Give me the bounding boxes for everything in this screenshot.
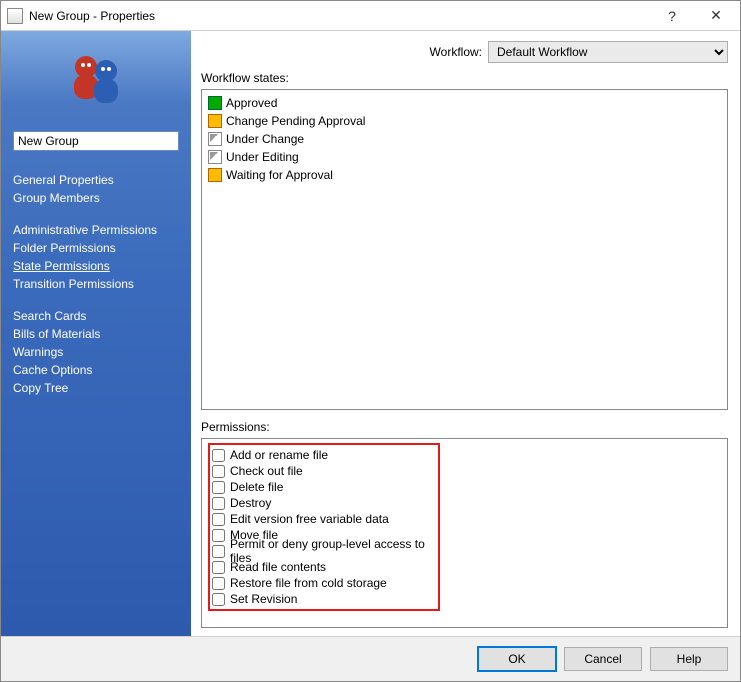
sidebar-item-cache-options[interactable]: Cache Options: [13, 361, 179, 379]
permission-checkbox[interactable]: [212, 529, 225, 542]
sidebar-item-state-permissions[interactable]: State Permissions: [13, 257, 179, 275]
permission-checkbox[interactable]: [212, 561, 225, 574]
sidebar-item-general-properties[interactable]: General Properties: [13, 171, 179, 189]
permission-row[interactable]: Destroy: [212, 495, 436, 511]
permission-label: Check out file: [230, 464, 303, 478]
permission-checkbox[interactable]: [212, 481, 225, 494]
sidebar-item-warnings[interactable]: Warnings: [13, 343, 179, 361]
titlebar: New Group - Properties ? ✕: [1, 1, 740, 31]
sidebar-item-bills-of-materials[interactable]: Bills of Materials: [13, 325, 179, 343]
sidebar-item-search-cards[interactable]: Search Cards: [13, 307, 179, 325]
state-row[interactable]: Change Pending Approval: [208, 112, 721, 130]
group-avatar-icon: [64, 49, 128, 109]
permission-checkbox[interactable]: [212, 577, 225, 590]
state-row[interactable]: Under Editing: [208, 148, 721, 166]
permission-label: Restore file from cold storage: [230, 576, 387, 590]
sidebar: General Properties Group Members Adminis…: [1, 31, 191, 636]
permissions-highlight: Add or rename file Check out file Delete…: [208, 443, 440, 611]
properties-dialog: New Group - Properties ? ✕: [0, 0, 741, 682]
workflow-states-list[interactable]: Approved Change Pending Approval Under C…: [201, 89, 728, 410]
sidebar-item-group-members[interactable]: Group Members: [13, 189, 179, 207]
sidebar-item-folder-permissions[interactable]: Folder Permissions: [13, 239, 179, 257]
state-label: Change Pending Approval: [226, 114, 365, 128]
permission-checkbox[interactable]: [212, 497, 225, 510]
state-pending-icon: [208, 168, 222, 182]
state-row[interactable]: Under Change: [208, 130, 721, 148]
permission-row[interactable]: Edit version free variable data: [212, 511, 436, 527]
ok-button[interactable]: OK: [478, 647, 556, 671]
sidebar-item-administrative-permissions[interactable]: Administrative Permissions: [13, 221, 179, 239]
workflow-states-label: Workflow states:: [201, 71, 728, 85]
permission-row[interactable]: Set Revision: [212, 591, 436, 607]
help-icon[interactable]: ?: [650, 2, 694, 30]
workflow-select[interactable]: Default Workflow: [488, 41, 728, 63]
permission-checkbox[interactable]: [212, 513, 225, 526]
permission-row[interactable]: Add or rename file: [212, 447, 436, 463]
group-name-input[interactable]: [13, 131, 179, 151]
permission-checkbox[interactable]: [212, 593, 225, 606]
permission-label: Delete file: [230, 480, 283, 494]
permission-row[interactable]: Check out file: [212, 463, 436, 479]
state-label: Under Change: [226, 132, 304, 146]
permission-label: Read file contents: [230, 560, 326, 574]
window-title: New Group - Properties: [29, 9, 155, 23]
permission-label: Destroy: [230, 496, 271, 510]
state-label: Approved: [226, 96, 277, 110]
state-editing-icon: [208, 132, 222, 146]
permission-label: Edit version free variable data: [230, 512, 389, 526]
permissions-label: Permissions:: [201, 420, 728, 434]
state-approved-icon: [208, 96, 222, 110]
sidebar-item-copy-tree[interactable]: Copy Tree: [13, 379, 179, 397]
state-label: Waiting for Approval: [226, 168, 333, 182]
permission-label: Add or rename file: [230, 448, 328, 462]
app-icon: [7, 8, 23, 24]
permission-row[interactable]: Restore file from cold storage: [212, 575, 436, 591]
permission-checkbox[interactable]: [212, 449, 225, 462]
workflow-label: Workflow:: [430, 45, 482, 59]
close-icon[interactable]: ✕: [694, 2, 738, 30]
permission-checkbox[interactable]: [212, 545, 225, 558]
dialog-footer: OK Cancel Help: [1, 636, 740, 681]
state-row[interactable]: Approved: [208, 94, 721, 112]
permissions-list: Add or rename file Check out file Delete…: [201, 438, 728, 628]
state-pending-icon: [208, 114, 222, 128]
state-label: Under Editing: [226, 150, 299, 164]
cancel-button[interactable]: Cancel: [564, 647, 642, 671]
main-panel: Workflow: Default Workflow Workflow stat…: [191, 31, 740, 636]
state-editing-icon: [208, 150, 222, 164]
permission-row[interactable]: Permit or deny group-level access to fil…: [212, 543, 436, 559]
permission-row[interactable]: Delete file: [212, 479, 436, 495]
state-row[interactable]: Waiting for Approval: [208, 166, 721, 184]
sidebar-item-transition-permissions[interactable]: Transition Permissions: [13, 275, 179, 293]
help-button[interactable]: Help: [650, 647, 728, 671]
permission-label: Set Revision: [230, 592, 297, 606]
permission-checkbox[interactable]: [212, 465, 225, 478]
